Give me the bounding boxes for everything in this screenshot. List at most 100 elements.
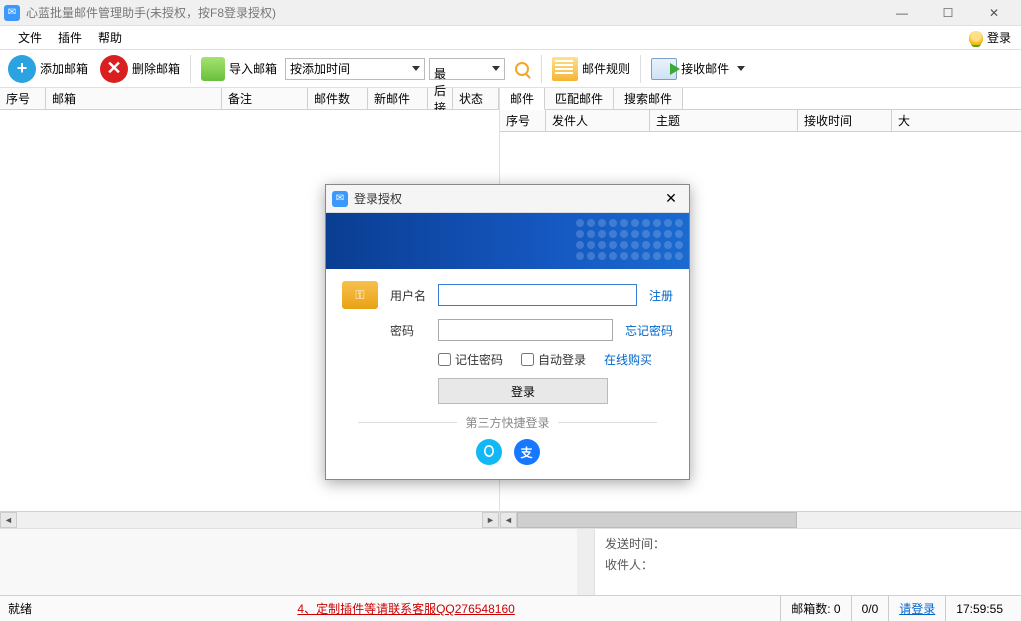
dialog-close-button[interactable]: ✕ [659,189,683,209]
col-size[interactable]: 大 [892,110,1021,131]
buy-link[interactable]: 在线购买 [604,351,652,368]
third-party-label: 第三方快捷登录 [457,416,557,430]
dialog-title: 登录授权 [354,190,659,207]
scroll-thumb[interactable] [517,512,797,528]
login-menu-button[interactable]: 登录 [969,29,1011,46]
login-label: 登录 [987,29,1011,46]
chevron-down-icon [412,66,420,71]
forgot-link[interactable]: 忘记密码 [625,322,673,339]
status-mailboxes: 邮箱数: 0 [780,596,850,621]
password-input[interactable] [438,319,613,341]
mail-grid-header: 序号 发件人 主题 接收时间 大 [500,110,1021,132]
promo-link[interactable]: 4、定制插件等请联系客服QQ276548160 [297,602,514,616]
delete-mailbox-label: 删除邮箱 [132,60,180,77]
mail-rules-label: 邮件规则 [582,60,630,77]
toolbar: + 添加邮箱 ✕ 删除邮箱 导入邮箱 按添加时间 邮件规则 接收邮件 [0,50,1021,88]
receive-mail-label: 接收邮件 [681,60,729,77]
scroll-left-icon[interactable]: ◄ [0,512,17,528]
scroll-track[interactable] [797,512,1021,528]
plus-icon: + [8,55,36,83]
rules-icon [552,57,578,81]
mailbox-grid-header: 序号 邮箱 备注 邮件数 新邮件 最后接收 状态 [0,88,499,110]
col-seq[interactable]: 序号 [0,88,46,109]
import-mailbox-button[interactable]: 导入邮箱 [197,55,281,83]
col-recv[interactable]: 接收时间 [798,110,892,131]
chevron-down-icon [737,66,745,71]
dialog-titlebar[interactable]: ✉ 登录授权 ✕ [326,185,689,213]
app-icon: ✉ [4,5,20,21]
sort-combo[interactable]: 按添加时间 [285,58,425,80]
col-last[interactable]: 最后接收 [428,88,453,109]
receive-mail-button[interactable]: 接收邮件 [647,56,749,82]
receive-icon [651,58,677,80]
separator [640,55,641,83]
menu-help[interactable]: 帮助 [90,27,130,48]
autologin-checkbox-input[interactable] [521,353,534,366]
col-status[interactable]: 状态 [453,88,499,109]
mail-hscroll[interactable]: ◄ ► [500,511,1021,528]
col-new[interactable]: 新邮件 [368,88,428,109]
status-ready: 就绪 [8,600,32,617]
search-button[interactable] [509,56,535,82]
tab-search[interactable]: 搜索邮件 [614,88,683,109]
close-button[interactable]: ✕ [971,0,1017,26]
col-note[interactable]: 备注 [222,88,308,109]
menu-file[interactable]: 文件 [10,27,50,48]
col-mailbox[interactable]: 邮箱 [46,88,222,109]
bottom-area: 发送时间： 收件人： [0,528,1021,595]
minimize-button[interactable]: — [879,0,925,26]
delete-mailbox-button[interactable]: ✕ 删除邮箱 [96,53,184,85]
status-ratio: 0/0 [851,596,889,621]
col-sender[interactable]: 发件人 [546,110,650,131]
autologin-checkbox[interactable]: 自动登录 [521,351,586,368]
tab-mail[interactable]: 邮件 [500,88,545,110]
dialog-body: ⚿ 用户名 注册 密码 忘记密码 记住密码 自动登录 在线购买 登录 第三方快捷… [326,269,689,479]
user-icon [969,31,983,45]
add-mailbox-button[interactable]: + 添加邮箱 [4,53,92,85]
mailbox-hscroll[interactable]: ◄ ► [0,511,499,528]
col-count[interactable]: 邮件数 [308,88,368,109]
scroll-right-icon[interactable]: ► [482,512,499,528]
third-party-section: 第三方快捷登录 [342,414,673,431]
add-mailbox-label: 添加邮箱 [40,60,88,77]
log-vscroll[interactable] [577,529,594,595]
import-mailbox-label: 导入邮箱 [229,60,277,77]
scroll-left-icon[interactable]: ◄ [500,512,517,528]
maximize-button[interactable]: ☐ [925,0,971,26]
menu-plugin[interactable]: 插件 [50,27,90,48]
status-promo: 4、定制插件等请联系客服QQ276548160 [32,600,780,617]
chevron-down-icon [492,66,500,71]
username-input[interactable] [438,284,637,306]
dialog-banner [326,213,689,269]
scroll-track[interactable] [17,512,482,528]
sort-combo-value: 按添加时间 [290,60,350,77]
password-label: 密码 [390,322,438,339]
alipay-login-icon[interactable]: 支 [514,439,540,465]
col-seq[interactable]: 序号 [500,110,546,131]
log-pane [0,529,595,595]
login-button[interactable]: 登录 [438,378,608,404]
status-time: 17:59:55 [945,596,1013,621]
detail-pane: 发送时间： 收件人： [595,529,1021,595]
x-icon: ✕ [100,55,128,83]
window-title: 心蓝批量邮件管理助手(未授权，按F8登录授权) [26,4,879,21]
register-link[interactable]: 注册 [649,287,673,304]
recipient-label: 收件人： [605,556,1011,573]
import-icon [201,57,225,81]
app-icon: ✉ [332,191,348,207]
status-login-link[interactable]: 请登录 [899,600,935,617]
login-dialog: ✉ 登录授权 ✕ ⚿ 用户名 注册 密码 忘记密码 记住密码 自动登录 在线购买… [325,184,690,480]
search-icon [515,62,529,76]
menubar: 文件 插件 帮助 登录 [0,26,1021,50]
statusbar: 就绪 4、定制插件等请联系客服QQ276548160 邮箱数: 0 0/0 请登… [0,595,1021,621]
tab-match[interactable]: 匹配邮件 [545,88,614,109]
col-subject[interactable]: 主题 [650,110,798,131]
remember-checkbox[interactable]: 记住密码 [438,351,503,368]
qq-login-icon[interactable] [476,439,502,465]
titlebar: ✉ 心蓝批量邮件管理助手(未授权，按F8登录授权) — ☐ ✕ [0,0,1021,26]
mail-rules-button[interactable]: 邮件规则 [548,55,634,83]
mail-tabs: 邮件 匹配邮件 搜索邮件 [500,88,1021,110]
separator [190,55,191,83]
username-label: 用户名 [390,287,438,304]
remember-checkbox-input[interactable] [438,353,451,366]
